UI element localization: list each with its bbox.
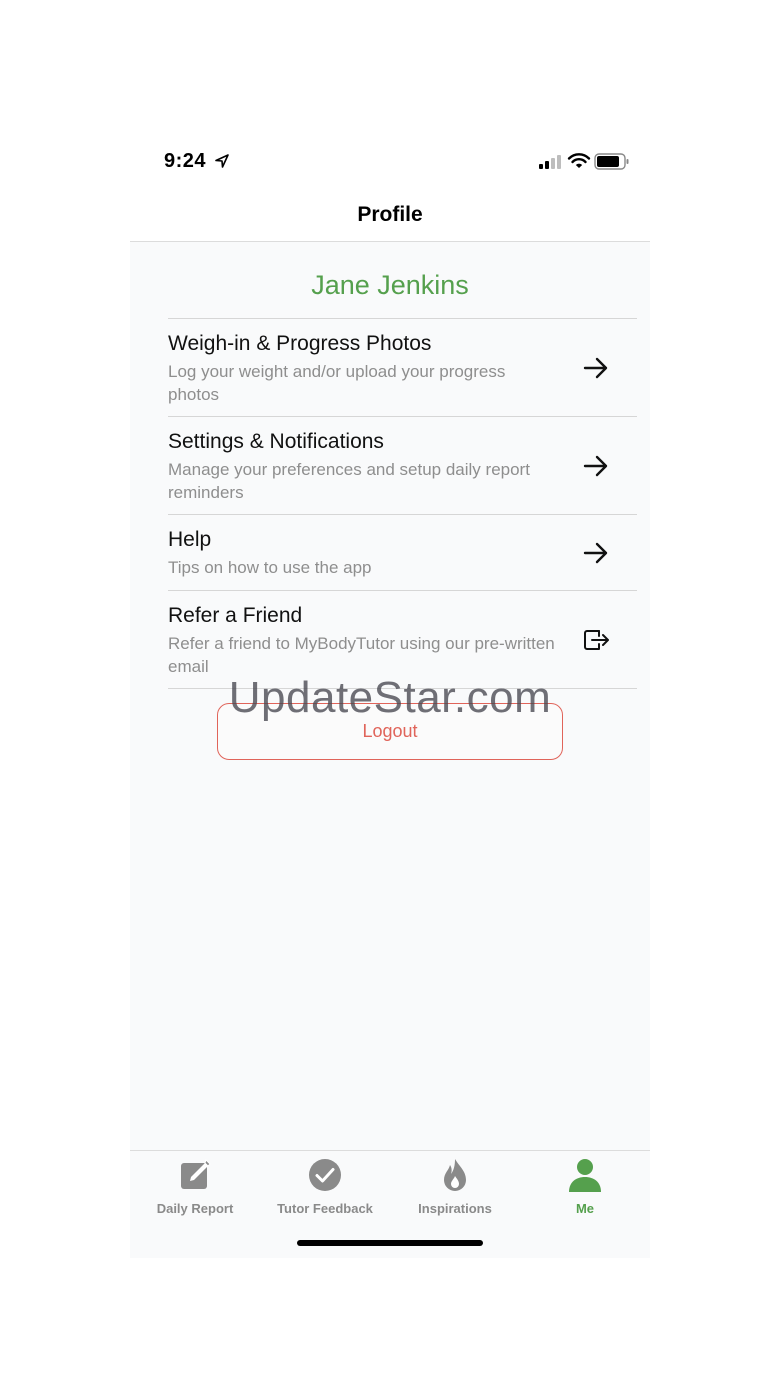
arrow-right-icon (583, 357, 608, 378)
home-indicator[interactable] (297, 1240, 483, 1246)
battery-icon (594, 153, 629, 170)
edit-note-icon (181, 1159, 211, 1189)
tab-label: Daily Report (156, 1201, 234, 1216)
profile-menu: Weigh-in & Progress Photos Log your weig… (168, 318, 637, 689)
menu-item-title: Weigh-in & Progress Photos (168, 332, 432, 355)
tab-me[interactable]: Me (520, 1157, 650, 1223)
tab-label: Tutor Feedback (277, 1201, 373, 1216)
status-time: 9:24 (164, 150, 207, 172)
navigation-bar: Profile (130, 194, 650, 242)
logout-button[interactable]: Logout (217, 703, 563, 760)
menu-item-title: Refer a Friend (168, 604, 303, 627)
menu-item-title: Settings & Notifications (168, 430, 384, 453)
menu-item-help[interactable]: Help Tips on how to use the app (168, 515, 637, 591)
tab-inspirations[interactable]: Inspirations (390, 1157, 520, 1223)
menu-item-refer-friend[interactable]: Refer a Friend Refer a friend to MyBodyT… (168, 591, 637, 689)
tab-label: Me (575, 1201, 595, 1216)
tab-bar: Daily Report Tutor Feedback Inspirations… (130, 1150, 650, 1258)
arrow-right-icon (583, 542, 608, 563)
menu-item-title: Help (168, 528, 212, 551)
arrow-right-icon (583, 455, 608, 476)
menu-item-settings[interactable]: Settings & Notifications Manage your pre… (168, 417, 637, 515)
share-out-icon (584, 629, 609, 650)
phone-screen: 9:24 Profile Jane Jenkins Weigh-in & Pro (130, 120, 650, 1258)
menu-item-subtitle: Manage your preferences and setup daily … (168, 460, 530, 502)
checkmark-circle-icon (309, 1159, 341, 1191)
wifi-icon (567, 153, 591, 168)
person-icon (569, 1159, 601, 1192)
page-title: Profile (357, 203, 423, 226)
flame-icon (444, 1159, 466, 1191)
tab-label: Inspirations (418, 1201, 492, 1216)
menu-item-subtitle: Refer a friend to MyBodyTutor using our … (168, 634, 555, 676)
profile-name: Jane Jenkins (311, 270, 469, 300)
menu-item-subtitle: Tips on how to use the app (168, 558, 372, 577)
location-arrow-icon (215, 154, 229, 168)
menu-item-weigh-in[interactable]: Weigh-in & Progress Photos Log your weig… (168, 319, 637, 417)
tab-tutor-feedback[interactable]: Tutor Feedback (260, 1157, 390, 1223)
menu-item-subtitle: Log your weight and/or upload your progr… (168, 362, 506, 404)
profile-content: Jane Jenkins Weigh-in & Progress Photos … (130, 242, 650, 1150)
status-bar: 9:24 (130, 120, 650, 204)
cellular-signal-icon (539, 155, 561, 169)
tab-daily-report[interactable]: Daily Report (130, 1157, 260, 1223)
